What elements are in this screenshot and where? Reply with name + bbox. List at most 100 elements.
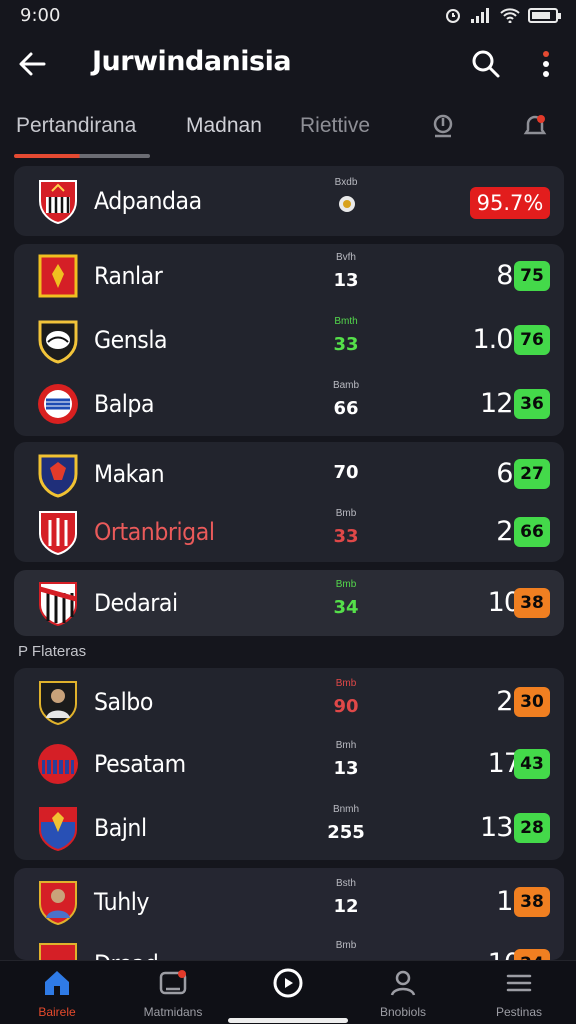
team-name: Ranlar (94, 262, 163, 290)
team-name: Ortanbrigal (94, 518, 215, 546)
team-name: Gensla (94, 326, 168, 354)
nav-item-menu[interactable]: Pestinas (464, 967, 574, 1023)
more-vertical-icon[interactable] (532, 46, 560, 82)
mini-label: Bmth (334, 316, 358, 327)
team-name: Dread (94, 950, 159, 960)
nav-label: Bnobiols (379, 1005, 427, 1019)
battery-icon (528, 7, 561, 23)
mini-label: Bmb (335, 678, 357, 689)
mini-label: Bmb (335, 940, 357, 951)
team-name: Bajnl (94, 814, 147, 842)
nav-item-profile[interactable]: Bnobiols (348, 967, 458, 1023)
list-item[interactable]: Dread Bmb 13 10 24 (14, 932, 564, 960)
mini-value: 33 (333, 334, 359, 355)
rating-badge: 38 (514, 588, 550, 618)
team-crest-icon (39, 943, 77, 960)
rating-badge: 38 (514, 887, 550, 917)
list-item[interactable]: Bajnl Bnmh 255 13. 28 (14, 796, 564, 860)
mini-label: Bmb (335, 579, 357, 590)
score: 1.0. (472, 324, 521, 355)
tab-bar: Pertandirana Madnan Riettive (0, 104, 576, 160)
list-item[interactable]: Balpa Bamb 66 12. 36 (14, 372, 564, 436)
home-icon (45, 971, 69, 995)
nav-item-matches[interactable]: Matmidans (118, 967, 228, 1023)
mini-value: 13 (333, 758, 359, 779)
mini-value: 66 (333, 398, 359, 419)
team-crest-icon (38, 254, 78, 298)
mini-value: 34 (333, 597, 359, 618)
page-title: Jurwindanisia (92, 46, 292, 77)
match-card[interactable]: Salbo Bmb 90 2. 30 Pesatam Bmh 13 17 43 … (14, 668, 564, 860)
rating-badge: 28 (514, 813, 550, 843)
match-card[interactable]: Tuhly Bsth 12 1. 38 Dread Bmb 13 10 24 (14, 868, 564, 960)
mini-value: 12 (333, 896, 359, 917)
team-crest-icon (38, 744, 78, 784)
mini-value: 13 (333, 270, 359, 291)
rating-badge: 36 (514, 389, 550, 419)
list-item[interactable]: Tuhly Bsth 12 1. 38 (14, 870, 564, 934)
match-card[interactable]: Ranlar Bvfh 13 8. 75 Gensla Bmth 33 1.0.… (14, 244, 564, 436)
list-item[interactable]: Makan 70 6. 27 (14, 442, 564, 506)
team-crest-icon (38, 320, 78, 364)
signal-icon (471, 8, 489, 23)
team-name: Tuhly (94, 888, 150, 916)
bottom-nav: Bairele Matmidans Bnobiols Pestinas (0, 960, 576, 1024)
team-crest-icon (39, 807, 77, 852)
list-item[interactable]: Ranlar Bvfh 13 8. 75 (14, 244, 564, 308)
mini-value: 90 (333, 696, 359, 717)
search-icon[interactable] (468, 46, 504, 82)
status-bar: 9:00 (0, 0, 576, 30)
match-card[interactable]: Dedarai Bmb 34 10 38 (14, 570, 564, 636)
rating-badge: 76 (514, 325, 550, 355)
team-name: Balpa (94, 390, 155, 418)
tab-madnan[interactable]: Madnan (186, 114, 262, 138)
tab-pertandirana[interactable]: Pertandirana (16, 114, 136, 138)
rating-badge: 75 (514, 261, 550, 291)
mini-value: 255 (327, 822, 365, 843)
app-bar: Jurwindanisia (0, 34, 576, 94)
notification-icon[interactable] (520, 112, 550, 142)
mini-value: 70 (333, 462, 359, 483)
list-item[interactable]: Adpandaa Bxdb 95.7% (14, 169, 564, 233)
match-card[interactable]: Adpandaa Bxdb 95.7% (14, 166, 564, 236)
nav-label: Pestinas (495, 1005, 543, 1019)
status-icons (444, 6, 561, 24)
mini-label: Bsth (335, 878, 356, 889)
team-name: Dedarai (94, 589, 178, 617)
location-pin-icon[interactable] (428, 112, 458, 142)
mini-label: Bmb (335, 508, 357, 519)
list-item[interactable]: Dedarai Bmb 34 10 38 (14, 571, 564, 635)
mini-label: Bxdb (334, 177, 358, 188)
section-label: P Flateras (18, 643, 87, 660)
nav-item-live[interactable] (233, 967, 343, 1023)
mini-label: Bnmh (332, 804, 360, 815)
rating-badge: 43 (514, 749, 550, 779)
home-indicator (228, 1018, 348, 1023)
list-item[interactable]: Ortanbrigal Bmb 33 2. 66 (14, 500, 564, 564)
match-card[interactable]: Makan 70 6. 27 Ortanbrigal Bmb 33 2. 66 (14, 442, 564, 562)
rating-badge: 24 (514, 949, 550, 960)
list-item[interactable]: Pesatam Bmh 13 17 43 (14, 732, 564, 796)
list-item[interactable]: Gensla Bmth 33 1.0. 76 (14, 308, 564, 372)
team-name: Pesatam (94, 750, 186, 778)
mini-label: Bmh (335, 740, 357, 751)
status-time: 9:00 (20, 4, 61, 26)
percentage-badge: 95.7% (470, 187, 550, 219)
team-crest-icon (38, 454, 78, 498)
rating-badge: 30 (514, 687, 550, 717)
tab-riettive[interactable]: Riettive (300, 114, 370, 138)
wifi-icon (500, 8, 520, 23)
tab-underline (14, 154, 150, 158)
alarm-icon (446, 9, 460, 23)
rating-badge: 27 (514, 459, 550, 489)
ball-icon (339, 196, 355, 212)
back-arrow-icon[interactable] (14, 46, 50, 82)
player-avatar-icon (39, 681, 77, 726)
team-crest-icon (39, 511, 77, 556)
rating-badge: 66 (514, 517, 550, 547)
team-name: Makan (94, 460, 165, 488)
team-crest-icon (38, 384, 78, 424)
menu-icon (506, 974, 532, 992)
list-item[interactable]: Salbo Bmb 90 2. 30 (14, 670, 564, 734)
nav-item-home[interactable]: Bairele (2, 967, 112, 1023)
